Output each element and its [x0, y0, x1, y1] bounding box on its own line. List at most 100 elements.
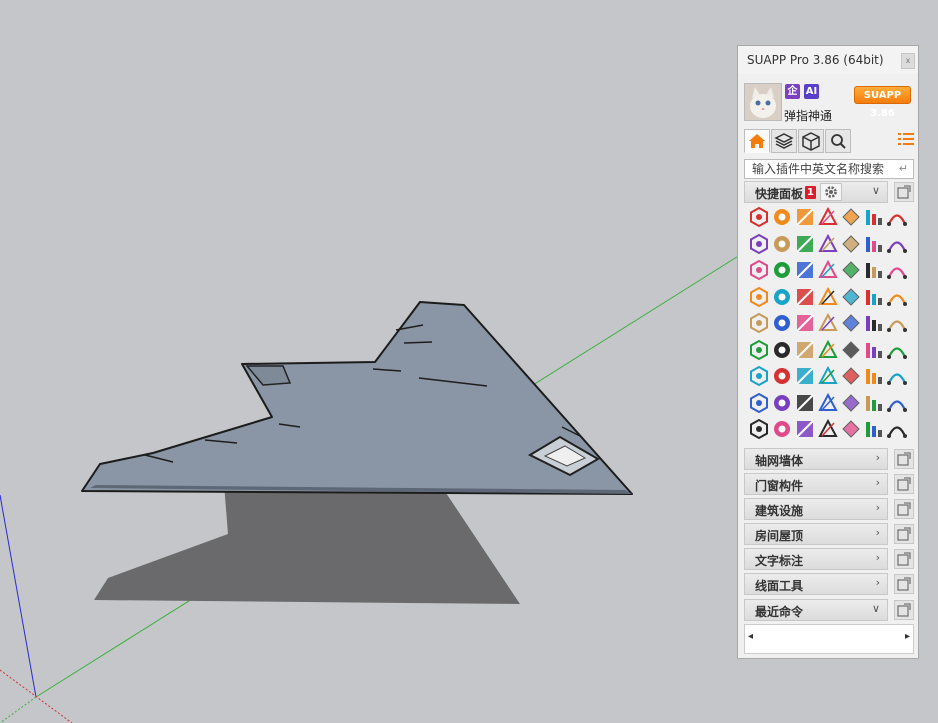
plugin-tool-icon — [818, 339, 838, 358]
plugin-tool-button[interactable] — [771, 233, 795, 257]
plugin-tool-button[interactable] — [794, 259, 818, 283]
plugin-tool-button[interactable] — [817, 312, 841, 336]
plugin-tool-button[interactable] — [794, 233, 818, 257]
plugin-tool-button[interactable] — [886, 206, 910, 230]
plugin-tool-button[interactable] — [863, 392, 887, 416]
panel-titlebar[interactable]: SUAPP Pro 3.86 (64bit) x — [738, 46, 918, 74]
plugin-tool-button[interactable] — [771, 259, 795, 283]
plugin-tool-button[interactable] — [794, 312, 818, 336]
plugin-tool-button[interactable] — [840, 312, 864, 336]
plugin-tool-button[interactable] — [840, 286, 864, 310]
version-button[interactable]: SUAPP 3.86 — [854, 86, 911, 119]
plugin-tool-button[interactable] — [794, 286, 818, 310]
plugin-tool-button[interactable] — [840, 233, 864, 257]
plugin-tool-button[interactable] — [886, 418, 910, 442]
plugin-tool-button[interactable] — [817, 365, 841, 389]
plugin-tool-icon — [866, 395, 882, 411]
plugin-tool-button[interactable] — [886, 392, 910, 416]
plugin-tool-button[interactable] — [840, 259, 864, 283]
section-text-annotation[interactable]: 文字标注 › — [744, 548, 888, 570]
plugin-tool-button[interactable] — [817, 339, 841, 363]
plugin-tool-button[interactable] — [748, 286, 772, 310]
plugin-tool-button[interactable] — [886, 259, 910, 283]
plugin-tool-button[interactable] — [794, 339, 818, 363]
plugin-tool-button[interactable] — [840, 365, 864, 389]
plugin-tool-button[interactable] — [840, 339, 864, 363]
plugin-tool-button[interactable] — [748, 339, 772, 363]
plugin-tool-button[interactable] — [771, 339, 795, 363]
plugin-tool-button[interactable] — [817, 259, 841, 283]
plugin-tool-icon — [818, 418, 838, 437]
plugin-tool-button[interactable] — [886, 233, 910, 257]
plugin-tool-button[interactable] — [817, 392, 841, 416]
search-input[interactable] — [745, 160, 892, 178]
plugin-tool-button[interactable] — [886, 365, 910, 389]
plugin-tool-button[interactable] — [771, 418, 795, 442]
plugin-tool-button[interactable] — [771, 365, 795, 389]
tab-components[interactable] — [798, 129, 824, 153]
popout-button[interactable] — [894, 600, 914, 620]
plugin-tool-button[interactable] — [886, 286, 910, 310]
tab-search[interactable] — [825, 129, 851, 153]
plugin-tool-button[interactable] — [794, 418, 818, 442]
close-button[interactable]: x — [901, 53, 915, 69]
ai-badge[interactable]: AI — [804, 84, 819, 99]
enterprise-badge[interactable]: 企 — [785, 84, 800, 99]
settings-button[interactable] — [820, 183, 842, 201]
plugin-tool-button[interactable] — [840, 392, 864, 416]
section-line-surface-tools[interactable]: 线面工具 › — [744, 573, 888, 595]
section-rooms-roofs[interactable]: 房间屋顶 › — [744, 523, 888, 545]
plugin-tool-button[interactable] — [817, 286, 841, 310]
plugin-tool-button[interactable] — [863, 418, 887, 442]
plugin-tool-button[interactable] — [886, 312, 910, 336]
plugin-tool-button[interactable] — [817, 206, 841, 230]
plugin-tool-button[interactable] — [748, 233, 772, 257]
plugin-tool-button[interactable] — [863, 259, 887, 283]
tab-layers[interactable] — [771, 129, 797, 153]
plugin-tool-button[interactable] — [771, 312, 795, 336]
plugin-tool-button[interactable] — [863, 206, 887, 230]
plugin-tool-icon — [750, 233, 768, 254]
popout-button[interactable] — [894, 524, 914, 544]
plugin-tool-button[interactable] — [748, 365, 772, 389]
plugin-tool-button[interactable] — [817, 233, 841, 257]
popout-quick-panel[interactable] — [894, 182, 914, 202]
plugin-tool-button[interactable] — [886, 339, 910, 363]
plugin-tool-button[interactable] — [771, 206, 795, 230]
plugin-tool-button[interactable] — [863, 365, 887, 389]
scroll-left-button[interactable]: ◂ — [748, 631, 753, 642]
section-axis-walls[interactable]: 轴网墙体 › — [744, 448, 888, 470]
section-quick-panel[interactable]: 快捷面板 1 ∨ — [744, 181, 888, 203]
section-doors-windows[interactable]: 门窗构件 › — [744, 473, 888, 495]
section-building-facilities[interactable]: 建筑设施 › — [744, 498, 888, 520]
plugin-tool-button[interactable] — [771, 286, 795, 310]
plugin-tool-button[interactable] — [794, 206, 818, 230]
plugin-tool-button[interactable] — [840, 418, 864, 442]
plugin-tool-button[interactable] — [817, 418, 841, 442]
plugin-tool-button[interactable] — [863, 286, 887, 310]
scroll-right-button[interactable]: ▸ — [905, 631, 910, 642]
popout-button[interactable] — [894, 574, 914, 594]
popout-button[interactable] — [894, 549, 914, 569]
plugin-tool-button[interactable] — [771, 392, 795, 416]
avatar[interactable] — [744, 83, 782, 121]
plugin-tool-button[interactable] — [863, 339, 887, 363]
popout-button[interactable] — [894, 474, 914, 494]
section-recent-commands[interactable]: 最近命令 ∨ — [744, 599, 888, 621]
tab-home[interactable] — [744, 129, 770, 153]
plugin-tool-button[interactable] — [794, 365, 818, 389]
plugin-tool-button[interactable] — [748, 259, 772, 283]
plugin-tool-button[interactable] — [794, 392, 818, 416]
enter-icon[interactable]: ↵ — [899, 162, 908, 175]
plugin-tool-button[interactable] — [863, 233, 887, 257]
plugin-tool-button[interactable] — [748, 312, 772, 336]
plugin-tool-button[interactable] — [863, 312, 887, 336]
plugin-tool-button[interactable] — [748, 392, 772, 416]
popout-button[interactable] — [894, 449, 914, 469]
popout-button[interactable] — [894, 499, 914, 519]
plugin-tool-icon — [887, 399, 907, 412]
list-menu-icon[interactable] — [898, 132, 914, 146]
plugin-tool-button[interactable] — [748, 418, 772, 442]
plugin-tool-button[interactable] — [748, 206, 772, 230]
plugin-tool-button[interactable] — [840, 206, 864, 230]
